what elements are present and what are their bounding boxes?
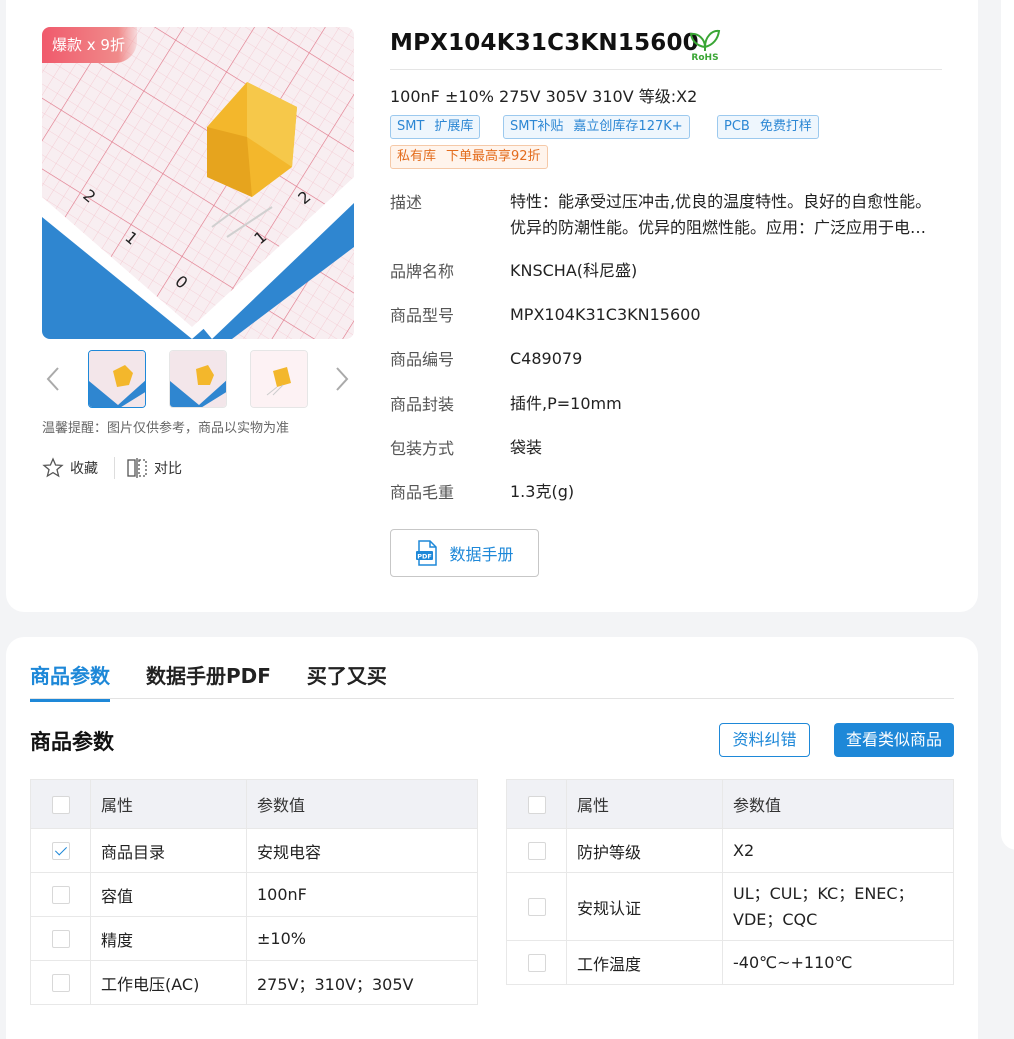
table-row: 商品目录 安规电容 — [30, 828, 478, 873]
compare-icon — [127, 458, 147, 478]
row-checkbox[interactable] — [51, 974, 70, 993]
row-attr: 商品目录 — [90, 828, 247, 873]
row-checkbox[interactable] — [51, 886, 70, 905]
attr-label-brand: 品牌名称 — [390, 262, 455, 281]
side-panel — [1001, 0, 1014, 850]
product-subtitle: 100nF ±10% 275V 305V 310V 等级:X2 — [390, 87, 698, 106]
thumbnail-1[interactable] — [88, 350, 146, 408]
row-checkbox[interactable] — [51, 930, 70, 949]
row-value: ±10% — [246, 916, 478, 961]
row-checkbox[interactable] — [51, 842, 70, 861]
row-checkbox[interactable] — [527, 842, 546, 861]
attr-value-packing: 袋装 — [510, 438, 543, 457]
table-row: 工作温度 -40℃~+110℃ — [506, 940, 954, 985]
star-icon — [42, 457, 64, 478]
row-value: 275V；310V；305V — [246, 960, 478, 1005]
attr-value-brand[interactable]: KNSCHA(科尼盛) — [510, 258, 637, 284]
product-main-image[interactable]: 2 1 0 2 1 — [42, 27, 354, 339]
attr-value-package: 插件,P=10mm — [510, 394, 622, 413]
action-divider — [114, 457, 115, 479]
params-table-right: 属性 参数值 防护等级 X2 安规认证 UL；CUL；KC；ENEC；VDE；C… — [506, 779, 954, 985]
rohs-icon: RoHS — [688, 25, 722, 63]
tab-also-bought[interactable]: 买了又买 — [307, 660, 387, 702]
table-row: 精度 ±10% — [30, 916, 478, 961]
tag-pcb[interactable]: PCB 免费打样 — [717, 115, 819, 139]
tag-private-lib[interactable]: 私有库 下单最高享92折 — [390, 145, 548, 169]
row-attr: 精度 — [90, 916, 247, 961]
attr-label-description: 描述 — [390, 193, 423, 212]
select-all-checkbox[interactable] — [51, 795, 70, 814]
attr-label-model: 商品型号 — [390, 306, 455, 325]
row-attr: 工作电压(AC) — [90, 960, 247, 1005]
params-table-left: 属性 参数值 商品目录 安规电容 容值 100nF 精度 ±10% 工作电压(A… — [30, 779, 478, 1005]
table-row: 容值 100nF — [30, 872, 478, 917]
row-checkbox[interactable] — [527, 954, 546, 973]
header-value: 参数值 — [246, 779, 478, 829]
attr-label-package: 商品封装 — [390, 395, 455, 414]
datasheet-button[interactable]: PDF 数据手册 — [390, 529, 539, 577]
attr-value-description: 特性：能承受过压冲击,优良的温度特性。良好的自愈性能。优异的防潮性能。优异的阻燃… — [510, 192, 932, 237]
header-attr: 属性 — [90, 779, 247, 829]
row-attr: 安规认证 — [566, 872, 723, 941]
table-header-row: 属性 参数值 — [506, 779, 954, 829]
params-section-title: 商品参数 — [30, 730, 114, 754]
row-value: -40℃~+110℃ — [722, 940, 954, 985]
row-attr: 容值 — [90, 872, 247, 917]
select-all-checkbox[interactable] — [527, 795, 546, 814]
tag-smt[interactable]: SMT 扩展库 — [390, 115, 481, 139]
detail-tabs: 商品参数 数据手册PDF 买了又买 — [30, 660, 387, 702]
datasheet-label: 数据手册 — [449, 545, 514, 564]
attr-value-model: MPX104K31C3KN15600 — [510, 305, 701, 324]
attr-label-packing: 包装方式 — [390, 439, 455, 458]
favorite-label: 收藏 — [70, 461, 98, 477]
pdf-file-icon: PDF — [416, 540, 438, 566]
row-attr: 工作温度 — [566, 940, 723, 985]
attr-label-code: 商品编号 — [390, 350, 455, 369]
row-value: UL；CUL；KC；ENEC；VDE；CQC — [722, 872, 954, 941]
product-title: MPX104K31C3KN15600 — [390, 30, 699, 56]
svg-text:RoHS: RoHS — [691, 53, 718, 61]
prev-thumb-arrow-icon[interactable] — [45, 366, 61, 392]
table-header-row: 属性 参数值 — [30, 779, 478, 829]
thumbnail-3[interactable] — [250, 350, 308, 408]
tabs-divider — [30, 698, 954, 699]
next-thumb-arrow-icon[interactable] — [334, 366, 350, 392]
row-checkbox[interactable] — [527, 898, 546, 917]
tag-smt-subsidy[interactable]: SMT补贴 嘉立创库存127K+ — [503, 115, 690, 139]
view-similar-button[interactable]: 查看类似商品 — [834, 723, 954, 757]
thumbnail-2[interactable] — [169, 350, 227, 408]
tab-datasheet[interactable]: 数据手册PDF — [146, 660, 271, 702]
image-disclaimer: 温馨提醒：图片仅供参考，商品以实物为准 — [42, 421, 290, 436]
attr-value-weight: 1.3克(g) — [510, 482, 575, 501]
attr-value-code: C489079 — [510, 349, 583, 368]
favorite-button[interactable]: 收藏 — [42, 457, 98, 479]
svg-text:PDF: PDF — [418, 553, 433, 561]
row-attr: 防护等级 — [566, 828, 723, 873]
tab-params[interactable]: 商品参数 — [30, 660, 110, 702]
header-value: 参数值 — [722, 779, 954, 829]
row-value: X2 — [722, 828, 954, 873]
attr-label-weight: 商品毛重 — [390, 483, 455, 502]
header-attr: 属性 — [566, 779, 723, 829]
table-row: 安规认证 UL；CUL；KC；ENEC；VDE；CQC — [506, 872, 954, 941]
compare-button[interactable]: 对比 — [126, 457, 182, 479]
table-row: 工作电压(AC) 275V；310V；305V — [30, 960, 478, 1005]
row-value: 安规电容 — [246, 828, 478, 873]
report-error-button[interactable]: 资料纠错 — [719, 723, 810, 757]
compare-label: 对比 — [154, 461, 182, 477]
promo-badge: 爆款 x 9折 — [42, 27, 137, 63]
title-divider — [390, 69, 942, 70]
table-row: 防护等级 X2 — [506, 828, 954, 873]
row-value: 100nF — [246, 872, 478, 917]
